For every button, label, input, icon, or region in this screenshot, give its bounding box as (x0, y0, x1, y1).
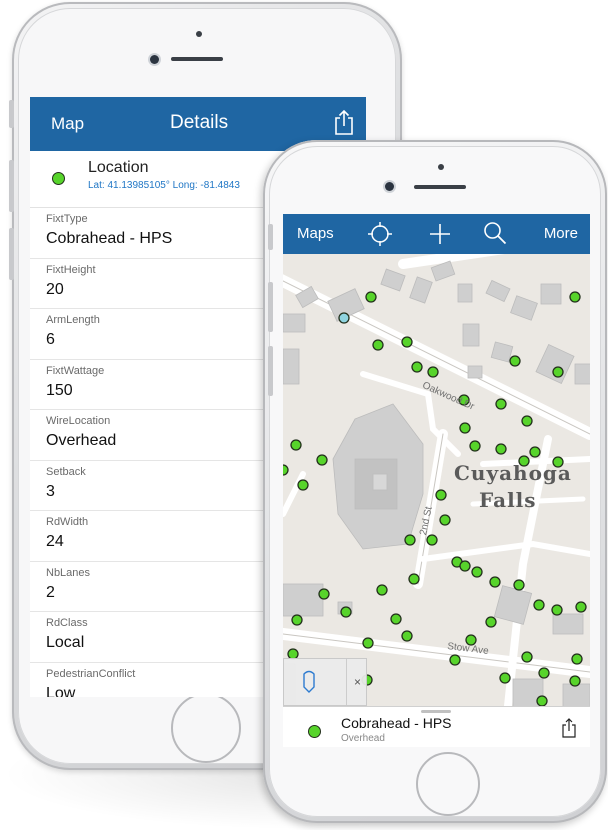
feature-subtitle: Overhead (341, 733, 385, 744)
map-tool-panel: × (283, 658, 367, 706)
attribute-value: Overhead (46, 432, 117, 449)
share-icon[interactable] (562, 718, 576, 738)
maps-button[interactable]: Maps (297, 225, 334, 242)
search-icon[interactable] (483, 221, 507, 245)
phone-front-volume-down (268, 346, 273, 396)
phone-back-mute-switch (9, 100, 14, 128)
location-point-icon (52, 172, 65, 185)
attribute-label: Setback (46, 465, 86, 478)
feature-title: Cobrahead - HPS (341, 715, 452, 731)
phone-front-speaker (414, 185, 466, 189)
attribute-label: NbLanes (46, 566, 91, 579)
attribute-label: PedestrianConflict (46, 667, 136, 680)
location-coordinates: Lat: 41.13985105° Long: -81.4843 (88, 180, 240, 191)
phone-front-camera (385, 182, 394, 191)
locate-icon[interactable] (367, 221, 393, 247)
tool-separator (346, 659, 347, 705)
pin-icon[interactable] (298, 670, 320, 694)
attribute-value: Local (46, 634, 85, 651)
attribute-label: RdClass (46, 617, 88, 629)
feature-point-icon (308, 725, 321, 738)
attribute-value: Cobrahead - HPS (46, 230, 173, 247)
attribute-label: FixtWattage (46, 364, 105, 377)
attribute-label: FixtType (46, 213, 88, 225)
place-label-line2: Falls (479, 488, 537, 512)
share-icon[interactable] (334, 109, 354, 135)
attribute-value: Low (46, 684, 76, 698)
attribute-label: RdWidth (46, 516, 89, 528)
attribute-label: FixtHeight (46, 263, 96, 276)
attribute-value: 24 (46, 533, 64, 550)
feature-card[interactable]: Cobrahead - HPS Overhead (283, 706, 590, 747)
phone-back-camera (150, 55, 159, 64)
phone-front-mute-switch (268, 224, 273, 250)
more-button[interactable]: More (544, 225, 578, 242)
phone-back-speaker (171, 57, 223, 61)
attribute-value: 2 (46, 583, 55, 601)
card-drag-handle[interactable] (421, 710, 451, 713)
attribute-label: WireLocation (46, 415, 111, 427)
attribute-value: 150 (46, 381, 73, 399)
phone-front-home-button[interactable] (416, 752, 480, 816)
phone-front-sensor (438, 164, 444, 170)
phone-back-sensor (196, 31, 202, 37)
phone-back-volume-up (9, 160, 14, 212)
location-title: Location (88, 159, 149, 176)
attribute-value: 6 (46, 331, 55, 348)
map-back-button[interactable]: Map (51, 114, 84, 134)
phone-back-home-button[interactable] (171, 693, 241, 763)
details-title: Details (170, 112, 229, 133)
attribute-label: ArmLength (46, 314, 100, 326)
phone-back-volume-down (9, 228, 14, 280)
map-navbar: Maps More (283, 214, 590, 254)
plus-icon[interactable] (429, 223, 451, 245)
phone-front-volume-up (268, 282, 273, 332)
close-tool-button[interactable]: × (354, 675, 361, 689)
map-screen: Maps More Cuyahoga Falls Oakwood Dr 2nd … (283, 214, 590, 747)
attribute-value: 20 (46, 280, 64, 298)
attribute-value: 3 (46, 482, 55, 500)
place-label-line1: Cuyahoga (454, 461, 572, 485)
